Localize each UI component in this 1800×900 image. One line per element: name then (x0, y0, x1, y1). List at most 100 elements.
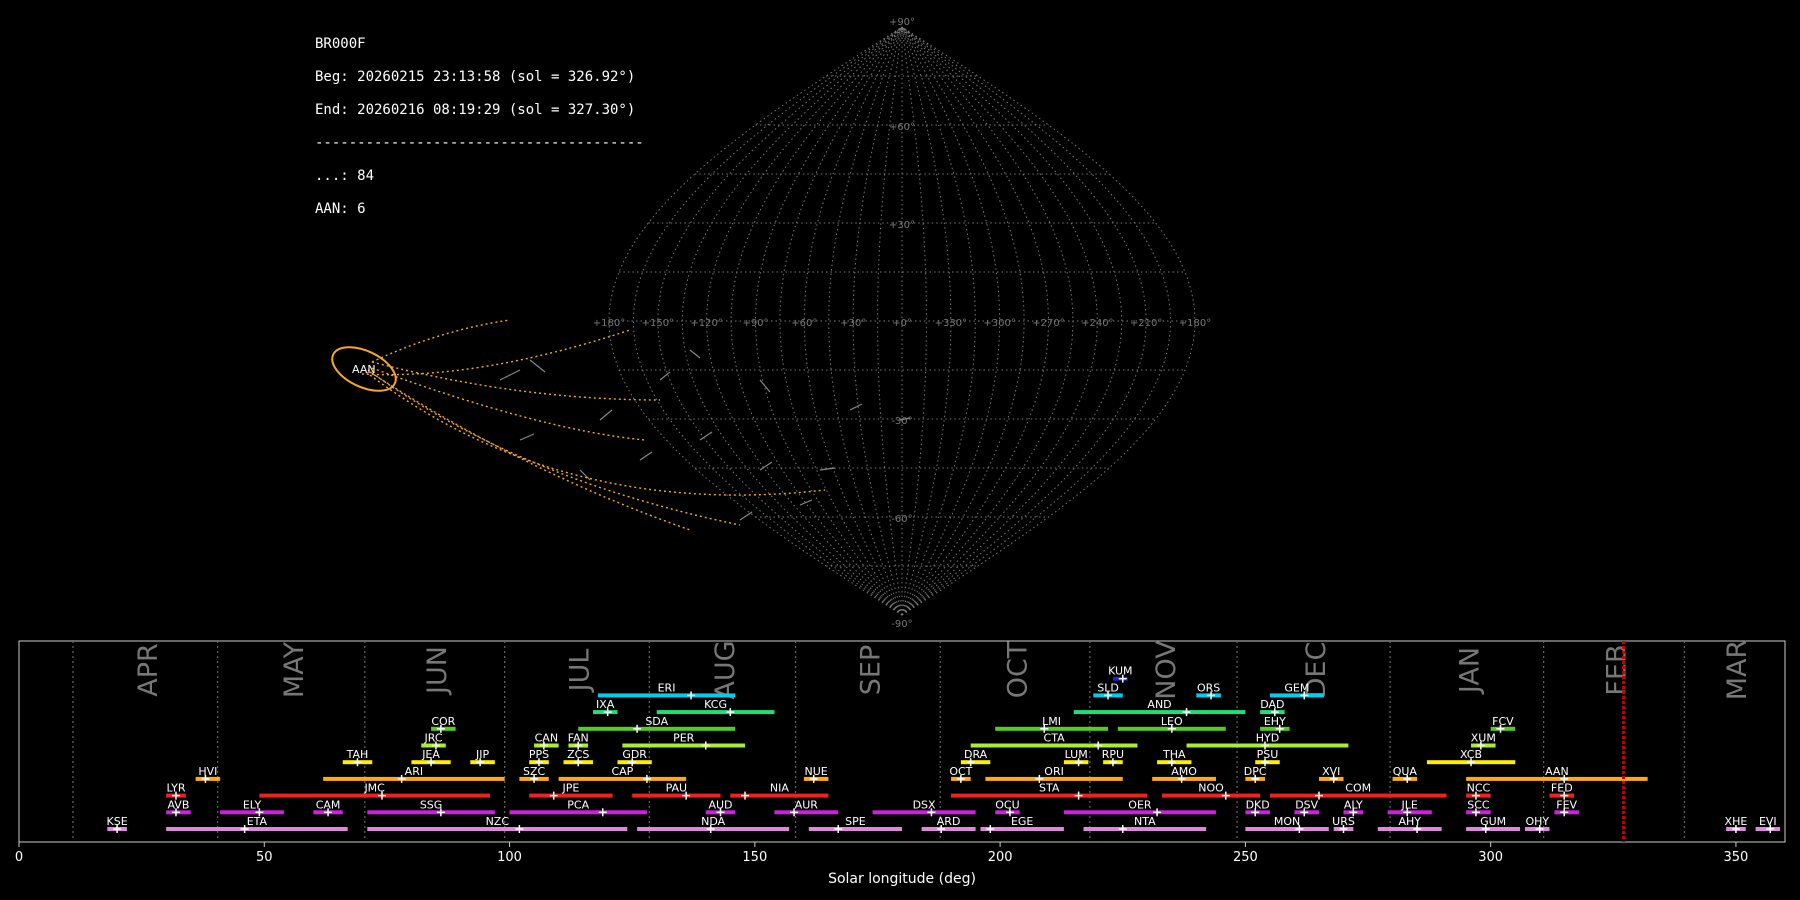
shower-label: OCT (949, 765, 972, 778)
shower-bar (656, 710, 775, 715)
shower-bar (774, 810, 839, 815)
timeline-frame (18, 640, 1786, 843)
aan-radiant-label: AAN (352, 363, 376, 376)
shower-label: DSX (913, 798, 936, 811)
shower-label: SCC (1467, 798, 1490, 811)
shower-bar (995, 726, 1109, 731)
shower-bar (1103, 760, 1123, 765)
shower-label: IXA (596, 698, 615, 711)
shower-label: GEM (1284, 681, 1309, 694)
sporadic-track (689, 349, 701, 359)
shower-bar (1269, 793, 1447, 798)
x-tick-label: 150 (742, 850, 767, 865)
x-tick-label: 200 (988, 850, 1013, 865)
x-tick-label: 0 (15, 850, 23, 865)
shower-label: AAN (1545, 765, 1569, 778)
shower-label: ARI (405, 765, 423, 778)
sporadic-track (759, 379, 771, 393)
shower-bar (431, 726, 456, 731)
shower-bar (519, 776, 549, 781)
shower-label: THA (1162, 748, 1186, 761)
shower-label: ELY (243, 798, 262, 811)
shower-bar (1260, 710, 1285, 715)
longitude-tick-label: +210° (1130, 318, 1162, 329)
shower-bar (1260, 726, 1290, 731)
shower-bar (195, 776, 221, 781)
sporadic-track (499, 369, 521, 381)
shower-label: LMI (1042, 715, 1061, 728)
sporadic-track (739, 511, 753, 521)
shower-label: COM (1345, 782, 1371, 795)
shower-label: KSE (107, 815, 128, 828)
shower-label: STA (1039, 782, 1060, 795)
longitude-tick-label: +90° (742, 318, 768, 329)
shower-label: CAN (535, 732, 558, 745)
shower-bar (166, 793, 186, 798)
x-tick-label: 250 (1233, 850, 1258, 865)
shower-label: ORS (1197, 681, 1220, 694)
shower-bar (534, 743, 559, 748)
longitude-tick-label: +60° (791, 318, 817, 329)
shower-label: JEA (421, 748, 440, 761)
shower-bar (1549, 793, 1575, 798)
shower-label: ERI (658, 681, 676, 694)
shower-label: CAM (316, 798, 341, 811)
meteor-track (361, 329, 631, 376)
x-axis: 0 50 100 150 200 250 300 350 (15, 842, 1748, 865)
shower-bar (411, 760, 451, 765)
shower-bar (1073, 710, 1246, 715)
shower-bar (1525, 827, 1550, 831)
x-tick-label: 50 (256, 850, 273, 865)
shower-label: QUA (1393, 765, 1418, 778)
latitude-tick-label: -90° (891, 619, 912, 630)
shower-bar (1387, 810, 1432, 815)
month-label: MAY (279, 641, 310, 698)
longitude-tick-label: +240° (1081, 318, 1113, 329)
shower-bar (1063, 810, 1216, 815)
longitude-tick-label: +30° (840, 318, 866, 329)
month-dividers: APR MAY JUN JUL AUG SEP OCT NOV DEC JAN FEB MAR (72, 640, 1753, 842)
shower-label: FAN (568, 732, 589, 745)
sporadic-track (639, 451, 653, 461)
shower-bar (1392, 776, 1418, 781)
shower-label: SPE (845, 815, 866, 828)
shower-bar (509, 810, 647, 815)
shower-label: SSG (420, 798, 443, 811)
shower-label: LEO (1161, 715, 1183, 728)
shower-label: JPE (561, 782, 579, 795)
meteor-track (371, 361, 661, 401)
shower-label: DAD (1260, 698, 1284, 711)
shower-label: XUM (1471, 732, 1496, 745)
x-tick-label: 100 (497, 850, 522, 865)
shower-bar (1117, 726, 1226, 731)
shower-label: KCG (704, 698, 727, 711)
shower-bar (1245, 827, 1329, 831)
shower-label: PPS (529, 748, 549, 761)
shower-bar (1377, 827, 1442, 831)
sky-grid: +180° +150° +120° +90° +60° +30° +0° +330° +300°… (499, 17, 1211, 630)
shower-bar (1157, 760, 1192, 765)
shower-label: NUE (805, 765, 828, 778)
shower-bar (1112, 676, 1128, 681)
shower-label: SLD (1097, 681, 1119, 694)
shower-bar (1466, 827, 1521, 831)
shower-bar (1490, 726, 1516, 731)
shower-bar (558, 776, 687, 781)
shower-bar (1196, 693, 1221, 698)
shower-label: AND (1147, 698, 1171, 711)
shower-label: AUD (708, 798, 732, 811)
latitude-tick-label: +30° (889, 220, 915, 231)
shower-bar (872, 810, 976, 815)
shower-label: XHE (1725, 815, 1748, 828)
shower-bar (808, 827, 902, 831)
shower-bar (259, 793, 490, 798)
shower-label: AUR (795, 798, 819, 811)
sporadic-track (849, 403, 863, 411)
month-label: OCT (1003, 641, 1034, 698)
sporadic-track (579, 469, 591, 481)
shower-label: HVI (198, 765, 217, 778)
longitude-tick-label: +120° (690, 318, 722, 329)
sporadic-track (519, 433, 535, 441)
shower-label: PSU (1257, 748, 1279, 761)
shower-bar (1333, 827, 1354, 831)
